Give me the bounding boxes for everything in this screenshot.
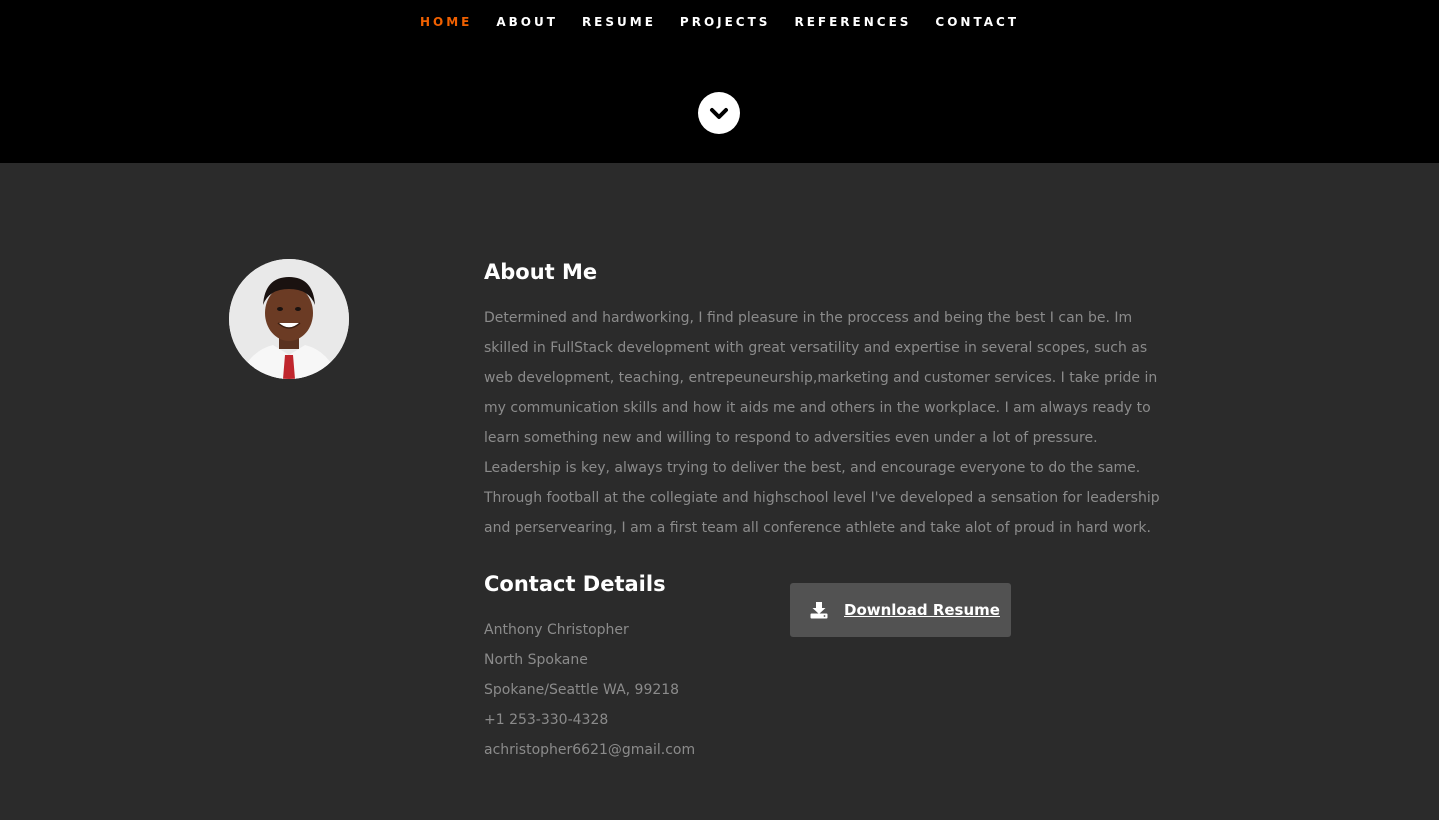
- contact-name: Anthony Christopher: [484, 622, 629, 638]
- nav-about[interactable]: ABOUT: [484, 14, 570, 30]
- download-resume-label: Download Resume: [844, 601, 1000, 619]
- contact-address-line-1: North Spokane: [484, 652, 588, 668]
- contact-phone: +1 253-330-4328: [484, 712, 609, 728]
- contact-email: achristopher6621@gmail.com: [484, 742, 696, 758]
- nav-contact[interactable]: CONTACT: [923, 14, 1031, 30]
- hero-section: HOME ABOUT RESUME PROJECTS REFERENCES CO…: [0, 0, 1439, 163]
- nav-references[interactable]: REFERENCES: [782, 14, 923, 30]
- contact-title: Contact Details: [484, 572, 666, 596]
- chevron-down-icon: [710, 108, 728, 119]
- about-title: About Me: [484, 260, 598, 284]
- about-bio: Determined and hardworking, I find pleas…: [484, 310, 1160, 536]
- main-nav: HOME ABOUT RESUME PROJECTS REFERENCES CO…: [0, 14, 1439, 30]
- contact-details: Anthony Christopher North Spokane Spokan…: [484, 615, 695, 765]
- nav-projects[interactable]: PROJECTS: [668, 14, 783, 30]
- nav-home[interactable]: HOME: [408, 14, 484, 30]
- scroll-down-button[interactable]: [698, 92, 740, 134]
- about-section: About Me Determined and hardworking, I f…: [0, 163, 1439, 820]
- contact-address-line-2: Spokane/Seattle WA, 99218: [484, 682, 680, 698]
- download-resume-button[interactable]: Download Resume: [790, 583, 1011, 637]
- download-icon: [810, 601, 828, 619]
- nav-resume[interactable]: RESUME: [570, 14, 668, 30]
- profile-photo: [229, 259, 349, 379]
